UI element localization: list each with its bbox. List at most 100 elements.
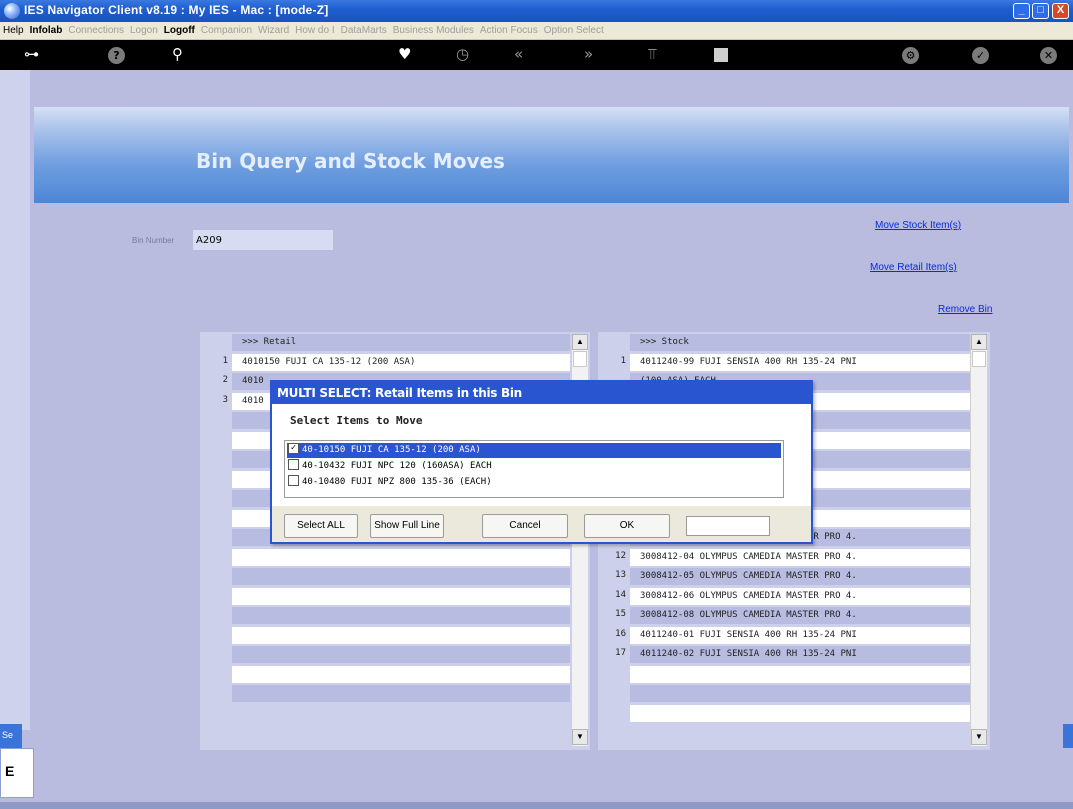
list-item[interactable]: 17 4011240-02 FUJI SENSIA 400 RH 135-24 P… (615, 646, 970, 663)
row-number: 12 (615, 550, 626, 561)
check-icon[interactable]: ✓ (972, 47, 989, 64)
row-number: 14 (615, 589, 626, 600)
page-banner: Bin Query and Stock Moves (34, 107, 1069, 203)
list-item[interactable]: 1 4011240-99 FUJI SENSIA 400 RH 135-24 PN… (621, 353, 970, 371)
row-number: 2 (222, 375, 228, 385)
row-text (232, 646, 570, 663)
stock-scrollbar[interactable]: ▲ ▼ (970, 334, 987, 746)
menu-item[interactable]: Logoff (161, 22, 198, 36)
key-icon[interactable]: ⊶ (24, 45, 39, 63)
scroll-thumb[interactable] (972, 351, 986, 367)
menu-item: Business Modules (392, 25, 474, 36)
select-all-button[interactable]: Select ALL (284, 514, 358, 538)
dialog-input[interactable] (686, 516, 770, 536)
side-letter: E (5, 763, 15, 779)
help-icon[interactable]: ? (108, 47, 125, 64)
list-item[interactable] (232, 646, 572, 663)
multi-select-dialog: MULTI SELECT: Retail Items in this Bin S… (270, 380, 813, 544)
row-text (232, 587, 570, 605)
row-text: 4010150 FUJI CA 135-12 (200 ASA) (232, 353, 570, 371)
page-title: Bin Query and Stock Moves (196, 149, 505, 173)
scroll-up-icon[interactable]: ▲ (971, 334, 987, 350)
right-tab[interactable] (1063, 724, 1073, 748)
menu-item[interactable]: Infolab (27, 22, 66, 36)
row-text: 4011240-01 FUJI SENSIA 400 RH 135-24 PNI (630, 626, 970, 644)
close-button[interactable]: X (1052, 3, 1069, 19)
row-text (630, 665, 970, 683)
stop-icon[interactable] (714, 48, 728, 62)
bin-number-label: Bin Number (132, 236, 175, 245)
list-item[interactable]: 14 3008412-06 OLYMPUS CAMEDIA MASTER PRO … (615, 587, 970, 605)
list-item[interactable] (232, 665, 572, 683)
list-item[interactable] (232, 607, 572, 624)
list-item[interactable]: 15 3008412-08 OLYMPUS CAMEDIA MASTER PRO … (615, 607, 970, 624)
row-text (630, 685, 970, 702)
cancel-button[interactable]: Cancel (482, 514, 568, 538)
ok-button[interactable]: OK (584, 514, 670, 538)
row-number: 17 (615, 648, 626, 658)
scroll-down-icon[interactable]: ▼ (572, 729, 588, 745)
dialog-item[interactable]: ✓ 40-10150 FUJI CA 135-12 (200 ASA) (287, 443, 781, 458)
row-text: 3008412-04 OLYMPUS CAMEDIA MASTER PRO 4. (630, 548, 970, 566)
list-item[interactable] (630, 704, 970, 722)
row-text: >>> Stock (630, 334, 970, 351)
row-number: 15 (615, 609, 626, 619)
maximize-button[interactable]: □ (1032, 3, 1049, 19)
row-text (232, 665, 570, 683)
heart-icon[interactable]: ♥ (398, 45, 411, 63)
remove-bin-link[interactable]: Remove Bin (938, 304, 992, 315)
menu-item: Option Select (543, 25, 604, 36)
minimize-button[interactable]: _ (1013, 3, 1030, 19)
list-item[interactable] (232, 568, 572, 585)
row-text (232, 568, 570, 585)
checkbox-icon[interactable] (288, 475, 299, 486)
row-text: 4011240-99 FUJI SENSIA 400 RH 135-24 PNI (630, 353, 970, 371)
scroll-thumb[interactable] (573, 351, 587, 367)
list-item[interactable] (630, 685, 970, 702)
tree-icon[interactable]: ⫪ (648, 45, 656, 63)
menu-item: How do I (295, 25, 335, 36)
menu-item: Wizard (258, 25, 290, 36)
checkbox-icon[interactable] (288, 459, 299, 470)
list-item[interactable]: 13 3008412-05 OLYMPUS CAMEDIA MASTER PRO … (615, 568, 970, 585)
list-item[interactable] (232, 626, 572, 644)
menu-item[interactable]: Help (0, 22, 27, 36)
side-tab[interactable]: Se (0, 724, 22, 748)
row-number: 13 (615, 570, 626, 580)
list-item[interactable] (232, 587, 572, 605)
dialog-footer: Select ALL Show Full Line Cancel OK (272, 506, 811, 542)
row-number: 16 (615, 628, 626, 639)
row-text (232, 607, 570, 624)
row-text: 3008412-05 OLYMPUS CAMEDIA MASTER PRO 4. (630, 568, 970, 585)
show-full-line-button[interactable]: Show Full Line (370, 514, 444, 538)
move-stock-link[interactable]: Move Stock Item(s) (875, 220, 961, 231)
scroll-down-icon[interactable]: ▼ (971, 729, 987, 745)
row-text (232, 548, 570, 566)
checkbox-checked-icon[interactable]: ✓ (288, 443, 299, 454)
list-item[interactable] (232, 685, 572, 702)
row-number: 3 (222, 394, 228, 405)
rewind-icon[interactable]: « (514, 45, 523, 63)
list-item[interactable]: 16 4011240-01 FUJI SENSIA 400 RH 135-24 P… (615, 626, 970, 644)
dialog-item-list: ✓ 40-10150 FUJI CA 135-12 (200 ASA) 40-104… (284, 440, 784, 498)
gear-icon[interactable]: ⚙ (902, 47, 919, 64)
forward-icon[interactable]: » (584, 45, 593, 63)
menu-item: Action Focus (479, 25, 538, 36)
search-icon[interactable]: ⚲ (172, 45, 183, 63)
list-item[interactable] (630, 665, 970, 683)
dialog-item-text: 40-10480 FUJI NPZ 800 135-36 (EACH) (302, 477, 492, 487)
menu-item: Companion (200, 25, 253, 36)
row-text (232, 685, 570, 702)
dialog-item[interactable]: 40-10432 FUJI NPC 120 (160ASA) EACH (287, 459, 781, 474)
clock-icon[interactable]: ◷ (456, 45, 469, 63)
scroll-up-icon[interactable]: ▲ (572, 334, 588, 350)
list-item[interactable] (232, 548, 572, 566)
list-item[interactable]: 1 4010150 FUJI CA 135-12 (200 ASA) (223, 353, 572, 371)
bin-number-input[interactable] (193, 230, 333, 250)
move-retail-link[interactable]: Move Retail Item(s) (870, 262, 957, 273)
list-item[interactable]: 12 3008412-04 OLYMPUS CAMEDIA MASTER PRO … (615, 548, 970, 566)
menu-item: Connections (68, 25, 124, 36)
menu-item: DataMarts (340, 25, 387, 36)
dialog-item[interactable]: 40-10480 FUJI NPZ 800 135-36 (EACH) (287, 475, 781, 490)
close-icon[interactable]: ✕ (1040, 47, 1057, 64)
